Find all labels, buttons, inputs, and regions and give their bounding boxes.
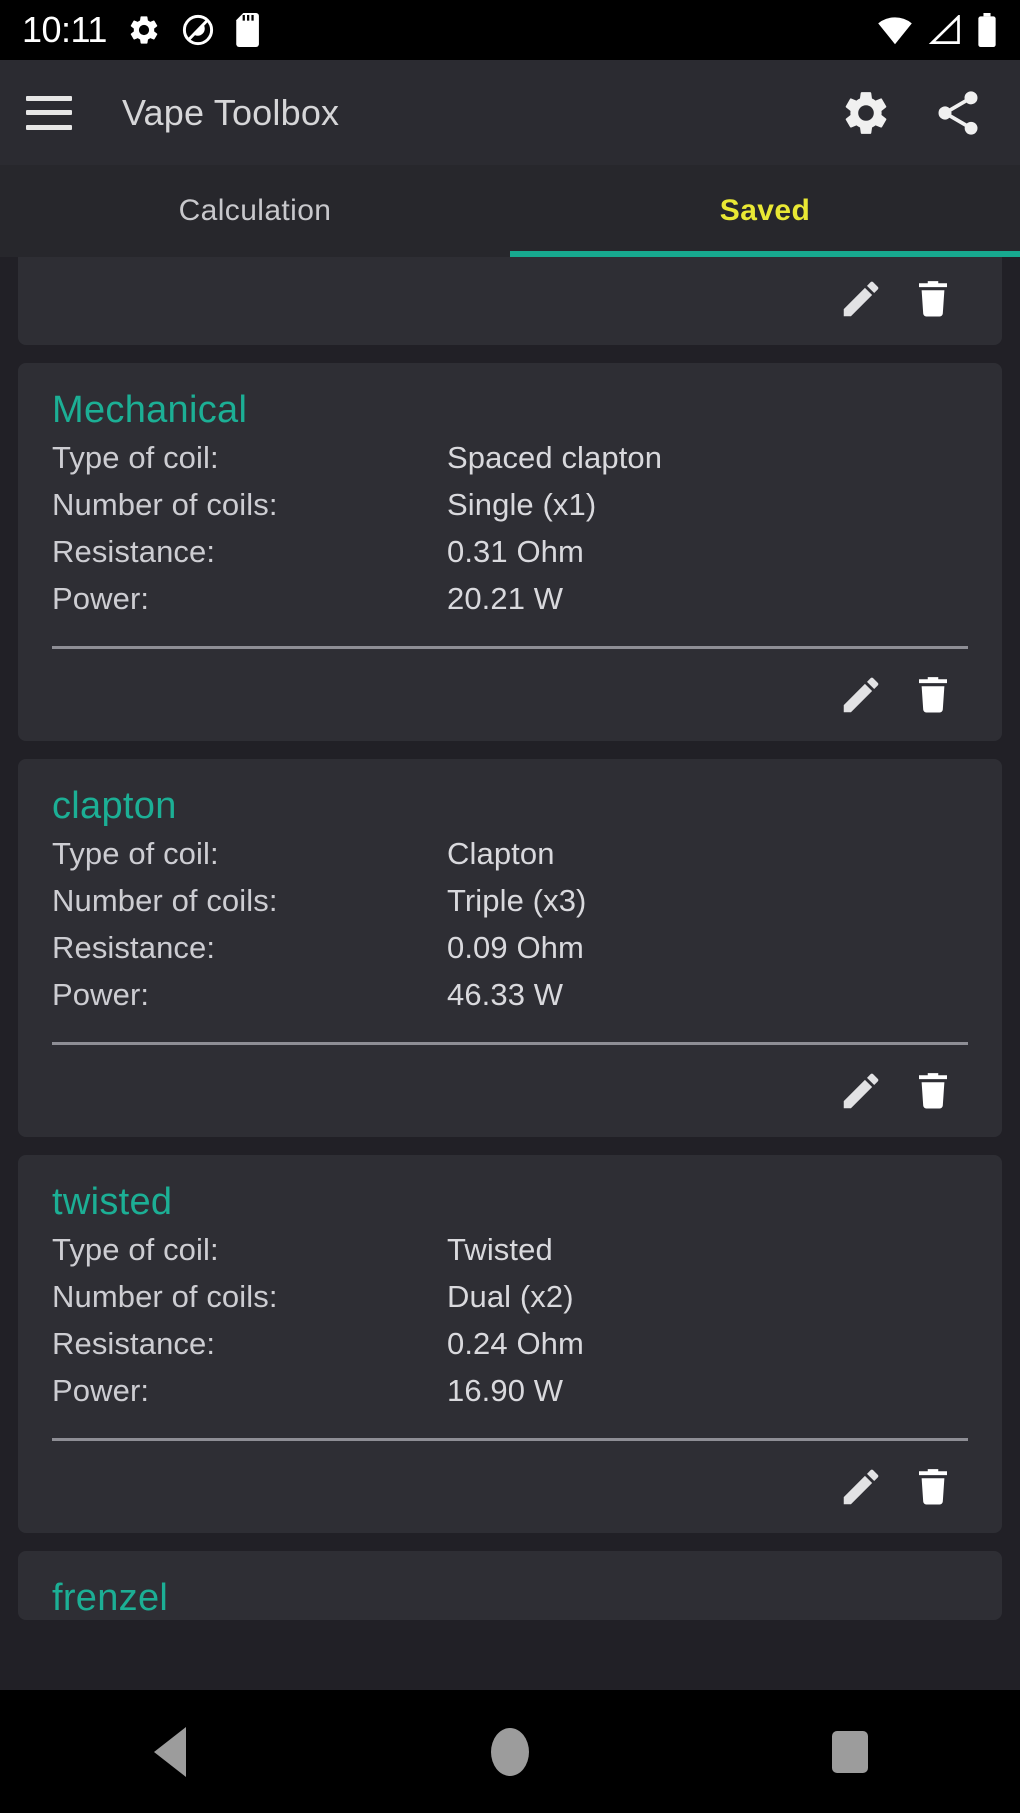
saved-coil-card[interactable]: clapton Type of coil: Clapton Number of … bbox=[18, 759, 1002, 1137]
tab-bar: Calculation Saved bbox=[0, 165, 1020, 257]
row-value: Clapton bbox=[447, 836, 555, 871]
pencil-edit-icon[interactable] bbox=[838, 276, 884, 322]
detail-row: Type of coil: Twisted bbox=[52, 1232, 968, 1279]
detail-row: Power: 20.21 W bbox=[52, 581, 968, 628]
page-title: Vape Toolbox bbox=[122, 91, 340, 133]
status-bar: 10:11 bbox=[0, 0, 1020, 60]
row-value: Twisted bbox=[447, 1232, 553, 1267]
trash-delete-icon[interactable] bbox=[912, 276, 954, 322]
detail-row: Power: 16.90 W bbox=[52, 1373, 968, 1420]
app-bar-actions bbox=[840, 87, 994, 139]
trash-delete-icon[interactable] bbox=[912, 1464, 954, 1510]
row-label: Resistance: bbox=[52, 930, 216, 965]
status-bar-left: 10:11 bbox=[22, 9, 263, 51]
pencil-edit-icon[interactable] bbox=[838, 1464, 884, 1510]
trash-delete-icon[interactable] bbox=[912, 1068, 954, 1114]
detail-row: Number of coils: Dual (x2) bbox=[52, 1279, 968, 1326]
row-label: Resistance: bbox=[52, 534, 216, 569]
row-label: Type of coil: bbox=[52, 836, 219, 871]
detail-row: Type of coil: Spaced clapton bbox=[52, 440, 968, 487]
row-value: 20.21 W bbox=[447, 581, 564, 616]
card-title: twisted bbox=[52, 1181, 173, 1223]
row-label: Type of coil: bbox=[52, 440, 219, 475]
row-value: Single (x1) bbox=[447, 487, 597, 522]
detail-row: Number of coils: Triple (x3) bbox=[52, 883, 968, 930]
detail-row: Power: 46.33 W bbox=[52, 977, 968, 1024]
android-nav-bar bbox=[0, 1690, 1020, 1813]
saved-coil-card[interactable]: Power: 20.21 W bbox=[18, 257, 1002, 345]
status-bar-right bbox=[876, 13, 998, 47]
recents-square-icon[interactable] bbox=[790, 1722, 910, 1782]
detail-row: Number of coils: Single (x1) bbox=[52, 487, 968, 534]
row-value: 0.24 Ohm bbox=[447, 1326, 584, 1361]
row-label: Resistance: bbox=[52, 1326, 216, 1361]
row-value: Dual (x2) bbox=[447, 1279, 574, 1314]
home-circle-icon[interactable] bbox=[450, 1722, 570, 1782]
pencil-edit-icon[interactable] bbox=[838, 672, 884, 718]
card-title: frenzel bbox=[52, 1577, 169, 1619]
sd-card-icon bbox=[236, 13, 259, 47]
android-screen: 10:11 Vape Toolbox Calculation Saved Mec… bbox=[0, 0, 1020, 1813]
card-actions bbox=[52, 1045, 968, 1137]
card-actions bbox=[52, 649, 968, 741]
row-label: Power: bbox=[52, 581, 150, 616]
back-triangle-icon[interactable] bbox=[110, 1722, 230, 1782]
card-title: clapton bbox=[52, 785, 177, 827]
row-value: 0.09 Ohm bbox=[447, 930, 584, 965]
pencil-edit-icon[interactable] bbox=[838, 1068, 884, 1114]
hamburger-menu-icon[interactable] bbox=[26, 95, 72, 130]
card-title: Mechanical bbox=[52, 389, 248, 431]
signal-icon bbox=[928, 15, 960, 44]
row-label: Type of coil: bbox=[52, 1232, 219, 1267]
row-value: 0.31 Ohm bbox=[447, 534, 584, 569]
saved-coil-card[interactable]: Mechanical Type of coil: Spaced clapton … bbox=[18, 363, 1002, 741]
row-value: 16.90 W bbox=[447, 1373, 564, 1408]
row-label: Power: bbox=[52, 1373, 150, 1408]
tab-calculation-label: Calculation bbox=[178, 194, 332, 227]
saved-coil-card[interactable]: frenzel bbox=[18, 1551, 1002, 1620]
detail-row: Resistance: 0.09 Ohm bbox=[52, 930, 968, 977]
row-value: 46.33 W bbox=[447, 977, 564, 1012]
android-q-icon bbox=[182, 14, 214, 46]
row-value: Triple (x3) bbox=[447, 883, 587, 918]
row-label: Number of coils: bbox=[52, 883, 278, 918]
tab-saved-label: Saved bbox=[719, 194, 811, 227]
detail-row: Resistance: 0.24 Ohm bbox=[52, 1326, 968, 1373]
tab-saved[interactable]: Saved bbox=[510, 165, 1020, 257]
card-actions bbox=[52, 1441, 968, 1533]
row-label: Number of coils: bbox=[52, 1279, 278, 1314]
row-value: Spaced clapton bbox=[447, 440, 663, 475]
tab-calculation[interactable]: Calculation bbox=[0, 165, 510, 257]
row-label: Number of coils: bbox=[52, 487, 278, 522]
detail-row: Resistance: 0.31 Ohm bbox=[52, 534, 968, 581]
wifi-icon bbox=[878, 17, 912, 45]
detail-row: Type of coil: Clapton bbox=[52, 836, 968, 883]
card-actions bbox=[52, 257, 968, 345]
status-clock: 10:11 bbox=[22, 9, 107, 50]
trash-delete-icon[interactable] bbox=[912, 672, 954, 718]
battery-icon bbox=[978, 13, 996, 47]
saved-list-scroll-area[interactable]: Power: 20.21 W Mechanical Type of coil: … bbox=[0, 257, 1020, 1690]
share-icon[interactable] bbox=[932, 87, 984, 139]
gear-icon bbox=[130, 16, 158, 44]
saved-coil-card[interactable]: twisted Type of coil: Twisted Number of … bbox=[18, 1155, 1002, 1533]
row-label: Power: bbox=[52, 977, 150, 1012]
app-bar: Vape Toolbox bbox=[0, 60, 1020, 165]
gear-icon[interactable] bbox=[840, 87, 892, 139]
